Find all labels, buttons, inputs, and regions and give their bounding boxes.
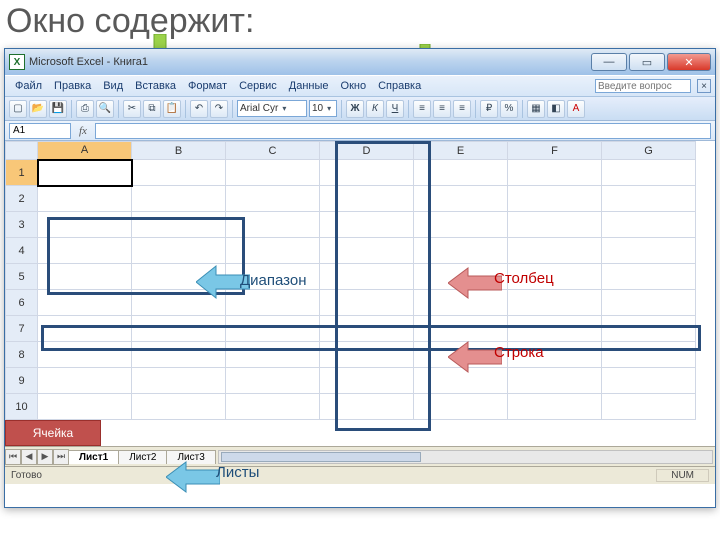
open-icon[interactable]: 📂 [29, 100, 47, 118]
font-size-combo[interactable]: 10▾ [309, 100, 337, 117]
worksheet-grid: A B C D E F G 1 2 3 4 5 6 7 8 9 10 Ячейк… [5, 141, 715, 446]
sheet-tab-1[interactable]: Лист1 [68, 450, 119, 464]
align-right-icon[interactable]: ≡ [453, 100, 471, 118]
arrow-sheets [166, 460, 220, 494]
standard-toolbar: ▢ 📂 💾 ⎙ 🔍 ✂ ⧉ 📋 ↶ ↷ Arial Cyr▾ 10▾ Ж К Ч… [5, 97, 715, 121]
underline-icon[interactable]: Ч [386, 100, 404, 118]
row-header-4[interactable]: 4 [6, 238, 38, 264]
menu-tools[interactable]: Сервис [233, 78, 283, 94]
tab-nav-last[interactable]: ⏭ [53, 449, 69, 465]
formula-input[interactable] [95, 123, 711, 139]
cells-table: A B C D E F G 1 2 3 4 5 6 7 8 9 10 [5, 141, 696, 420]
window-maximize-button[interactable]: ▭ [629, 53, 665, 71]
row-header-10[interactable]: 10 [6, 394, 38, 420]
tab-nav-prev[interactable]: ◀ [21, 449, 37, 465]
label-sheets: Листы [216, 464, 259, 481]
excel-icon: X [9, 54, 25, 70]
app-name: Microsoft Excel - Книга1 [29, 56, 148, 68]
status-num: NUM [656, 469, 709, 482]
row-header-6[interactable]: 6 [6, 290, 38, 316]
fill-color-icon[interactable]: ◧ [547, 100, 565, 118]
col-header-D[interactable]: D [320, 142, 414, 160]
row-header-3[interactable]: 3 [6, 212, 38, 238]
currency-icon[interactable]: ₽ [480, 100, 498, 118]
percent-icon[interactable]: % [500, 100, 518, 118]
row-header-7[interactable]: 7 [6, 316, 38, 342]
row-header-8[interactable]: 8 [6, 342, 38, 368]
copy-icon[interactable]: ⧉ [143, 100, 161, 118]
tab-nav-first[interactable]: ⏮ [5, 449, 21, 465]
italic-icon[interactable]: К [366, 100, 384, 118]
window-titlebar: X Microsoft Excel - Книга1 — ▭ ✕ [5, 49, 715, 75]
preview-icon[interactable]: 🔍 [96, 100, 114, 118]
row-header-9[interactable]: 9 [6, 368, 38, 394]
print-icon[interactable]: ⎙ [76, 100, 94, 118]
ask-a-question-input[interactable] [595, 79, 691, 93]
menu-file[interactable]: Файл [9, 78, 48, 94]
row-header-2[interactable]: 2 [6, 186, 38, 212]
label-row: Строка [494, 344, 544, 361]
align-left-icon[interactable]: ≡ [413, 100, 431, 118]
borders-icon[interactable]: ▦ [527, 100, 545, 118]
excel-window: X Microsoft Excel - Книга1 — ▭ ✕ Файл Пр… [4, 48, 716, 508]
label-column: Столбец [494, 270, 554, 287]
fx-icon[interactable]: fx [75, 125, 91, 137]
menu-insert[interactable]: Вставка [129, 78, 182, 94]
cell-A1[interactable] [38, 160, 132, 186]
menu-edit[interactable]: Правка [48, 78, 97, 94]
row-header-5[interactable]: 5 [6, 264, 38, 290]
save-icon[interactable]: 💾 [49, 100, 67, 118]
cell-highlight: Ячейка [5, 420, 101, 446]
font-combo[interactable]: Arial Cyr▾ [237, 100, 307, 117]
col-header-E[interactable]: E [414, 142, 508, 160]
formula-bar-row: A1 fx [5, 121, 715, 141]
window-minimize-button[interactable]: — [591, 53, 627, 71]
col-header-C[interactable]: C [226, 142, 320, 160]
bold-icon[interactable]: Ж [346, 100, 364, 118]
menu-data[interactable]: Данные [283, 78, 335, 94]
col-header-F[interactable]: F [508, 142, 602, 160]
label-range: Диапазон [240, 272, 307, 289]
sheet-tab-2[interactable]: Лист2 [118, 450, 167, 464]
menu-view[interactable]: Вид [97, 78, 129, 94]
undo-icon[interactable]: ↶ [190, 100, 208, 118]
font-color-icon[interactable]: A [567, 100, 585, 118]
align-center-icon[interactable]: ≡ [433, 100, 451, 118]
menu-help[interactable]: Справка [372, 78, 427, 94]
sheet-tab-strip: ⏮ ◀ ▶ ⏭ Лист1 Лист2 Лист3 [5, 446, 715, 466]
menu-bar: Файл Правка Вид Вставка Формат Сервис Да… [5, 75, 715, 97]
paste-icon[interactable]: 📋 [163, 100, 181, 118]
menu-window[interactable]: Окно [335, 78, 373, 94]
col-header-G[interactable]: G [602, 142, 696, 160]
status-bar: Готово NUM [5, 466, 715, 484]
col-header-A[interactable]: A [38, 142, 132, 160]
cut-icon[interactable]: ✂ [123, 100, 141, 118]
status-ready: Готово [11, 470, 42, 481]
row-header-1[interactable]: 1 [6, 160, 38, 186]
select-all-corner[interactable] [6, 142, 38, 160]
col-header-B[interactable]: B [132, 142, 226, 160]
name-box[interactable]: A1 [9, 123, 71, 139]
horizontal-scrollbar[interactable] [218, 450, 713, 464]
new-icon[interactable]: ▢ [9, 100, 27, 118]
redo-icon[interactable]: ↷ [210, 100, 228, 118]
mdichild-close-button[interactable]: × [697, 79, 711, 93]
menu-format[interactable]: Формат [182, 78, 233, 94]
window-close-button[interactable]: ✕ [667, 53, 711, 71]
tab-nav-next[interactable]: ▶ [37, 449, 53, 465]
